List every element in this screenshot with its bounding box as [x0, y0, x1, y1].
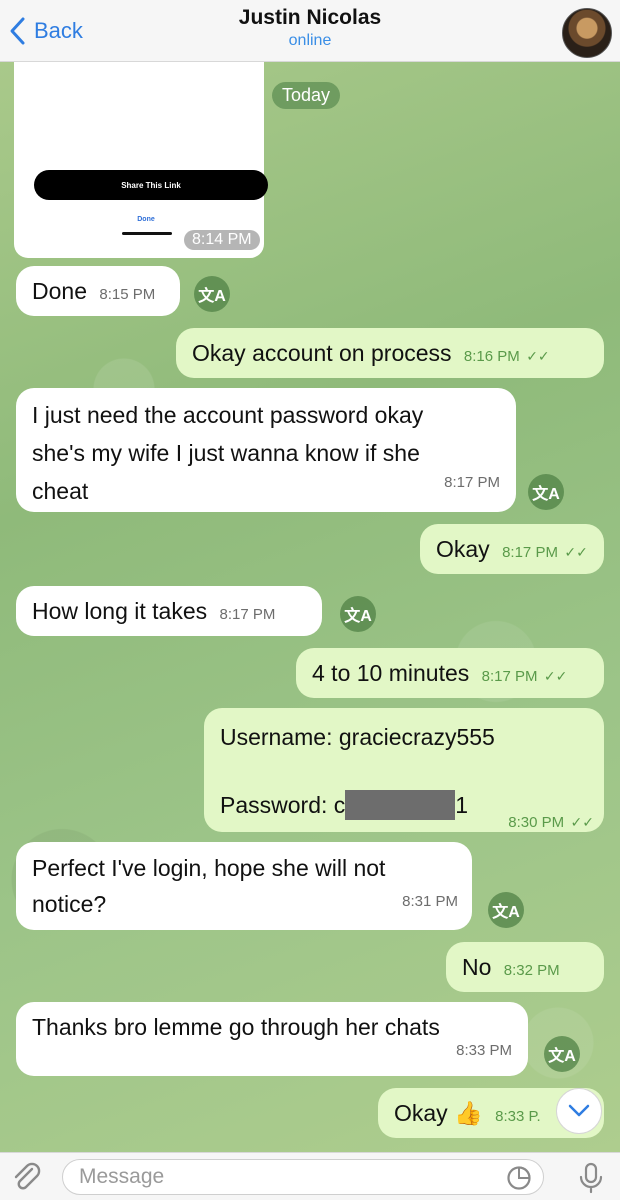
message-text: How long it takes [32, 598, 208, 624]
sticker-icon[interactable] [506, 1165, 532, 1191]
home-indicator-image [122, 232, 172, 235]
message-text: 1 [455, 792, 469, 818]
message-time: 8:16 PM [463, 348, 520, 365]
message-time: 8:14 PM [184, 230, 260, 250]
outgoing-message[interactable]: Okay account on process 8:16 PM ✓✓ [176, 328, 604, 378]
avatar[interactable] [562, 8, 612, 58]
contact-name: Justin Nicolas [238, 6, 382, 29]
message-time: 8:31 PM [402, 893, 458, 910]
message-time: 8:17 PM [444, 474, 500, 491]
password-line: Password: c 1 [220, 788, 468, 822]
message-text: cheat [32, 478, 89, 504]
message-text: Password: c [220, 792, 346, 818]
message-text: she's my wife I just wanna know if she [32, 440, 420, 466]
incoming-message[interactable]: Done 8:15 PM [16, 266, 180, 316]
message-time: 8:17 PM [481, 668, 538, 685]
message-time: 8:17 PM [219, 606, 276, 623]
message-time: 8:33 P. [495, 1108, 541, 1125]
outgoing-message[interactable]: 4 to 10 minutes 8:17 PM ✓✓ [296, 648, 604, 698]
message-time: 8:30 PM [508, 814, 565, 831]
share-link-button-image: Share This Link [34, 170, 268, 200]
contact-info[interactable]: Justin Nicolas online [0, 6, 620, 50]
message-text: No [462, 954, 492, 980]
chat-header: Back Justin Nicolas online [0, 0, 620, 62]
outgoing-message[interactable]: No 8:32 PM ✓✓ [446, 942, 604, 1016]
translate-icon[interactable]: 文A [528, 474, 564, 510]
translate-icon[interactable]: 文A [340, 596, 376, 632]
translate-icon[interactable]: 文A [194, 276, 230, 312]
message-text: notice? [32, 891, 107, 917]
message-meta: 8:30 PM ✓✓ [508, 802, 594, 840]
incoming-message[interactable]: How long it takes 8:17 PM [16, 586, 322, 636]
read-receipt-icon: ✓✓ [526, 348, 550, 364]
message-text: Done [32, 278, 87, 304]
redaction-box [345, 790, 456, 820]
message-text: Perfect I've login, hope she will not [32, 855, 386, 881]
translate-icon[interactable]: 文A [488, 892, 524, 928]
read-receipt-icon: ✓✓ [564, 544, 588, 560]
message-time: 8:15 PM [99, 286, 156, 303]
done-label-image: Done [137, 216, 155, 223]
scroll-down-button[interactable] [556, 1088, 602, 1134]
date-divider: Today [272, 82, 341, 109]
incoming-message[interactable]: I just need the account password okay sh… [16, 388, 516, 512]
read-receipt-icon: ✓✓ [570, 814, 594, 830]
read-receipt-icon: ✓✓ [543, 668, 568, 684]
outgoing-message[interactable]: Okay 8:17 PM ✓✓ [420, 524, 604, 574]
message-text: Okay 👍 [394, 1100, 483, 1126]
message-text: I just need the account password okay [32, 402, 424, 428]
message-time: 8:17 PM [502, 544, 558, 561]
image-message[interactable]: Share This Link Done 8:14 PM [14, 62, 268, 258]
message-input[interactable] [62, 1159, 544, 1195]
outgoing-message[interactable]: Username: graciecrazy555 Password: c 1 8… [204, 708, 604, 832]
message-text: Okay account on process [192, 340, 452, 366]
microphone-icon[interactable] [576, 1161, 606, 1195]
message-input-bar [0, 1152, 620, 1200]
message-text: Okay [436, 536, 490, 562]
message-time: 8:32 PM [503, 962, 560, 979]
chevron-down-icon [568, 1104, 590, 1117]
attach-icon[interactable] [10, 1161, 44, 1195]
message-text: Thanks bro lemme go through her chats [32, 1014, 440, 1040]
translate-icon[interactable]: 文A [544, 1036, 580, 1072]
contact-status: online [288, 32, 332, 49]
message-text: Username: graciecrazy555 [220, 724, 495, 750]
message-time: 8:33 PM [456, 1042, 512, 1059]
incoming-message[interactable]: Thanks bro lemme go through her chats 8:… [16, 1002, 528, 1076]
incoming-message[interactable]: Perfect I've login, hope she will not no… [16, 842, 472, 930]
message-text: 4 to 10 minutes [312, 660, 470, 686]
